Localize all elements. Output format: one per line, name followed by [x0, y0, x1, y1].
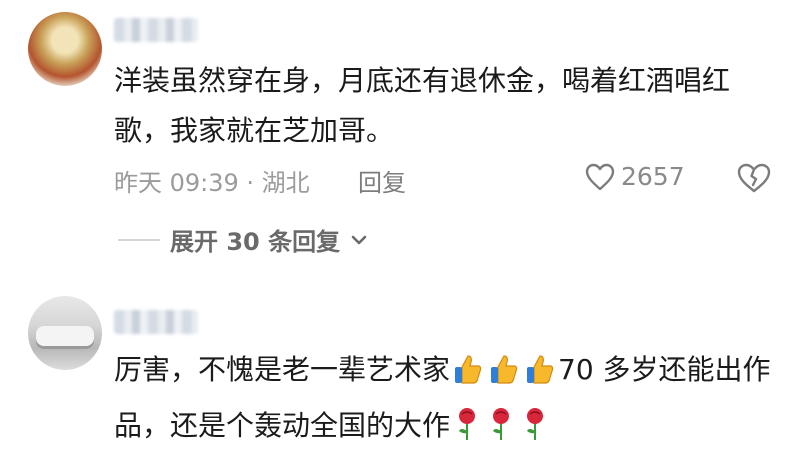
- thumbs-up-emoji: [489, 351, 519, 401]
- chevron-down-icon: [351, 235, 367, 244]
- car-thumbnail: [36, 326, 94, 346]
- avatar[interactable]: [28, 12, 102, 86]
- broken-heart-icon: [737, 163, 771, 193]
- thumbs-up-emoji: [453, 351, 483, 401]
- like-count: 2657: [621, 162, 685, 191]
- thumbs-up-emoji: [525, 351, 555, 401]
- rose-emoji: [453, 407, 481, 457]
- comment-text: 洋装虽然穿在身，月底还有退休金，喝着红酒唱红歌，我家就在芝加哥。: [114, 64, 731, 147]
- expand-replies-label: 展开 30 条回复: [170, 228, 341, 256]
- rose-emoji: [487, 407, 515, 457]
- dislike-button[interactable]: [737, 163, 771, 197]
- expand-replies-link[interactable]: 展开 30 条回复: [118, 222, 368, 257]
- comment-timestamp-location: 昨天 09:39 · 湖北: [114, 169, 310, 197]
- comment-text-part-1: 厉害，不愧是老一辈艺术家: [114, 353, 451, 386]
- blurred-username[interactable]: [114, 18, 198, 42]
- comment-text: 厉害，不愧是老一辈艺术家 70 多岁还能出作品，还是个轰动全国的大作: [114, 345, 774, 457]
- avatar[interactable]: [28, 296, 102, 370]
- reply-button[interactable]: 回复: [358, 163, 406, 198]
- like-button[interactable]: 2657: [585, 162, 685, 191]
- blurred-username[interactable]: [114, 310, 198, 334]
- rose-emoji: [521, 407, 549, 457]
- heart-outline-icon: [585, 163, 615, 190]
- divider: [118, 238, 160, 241]
